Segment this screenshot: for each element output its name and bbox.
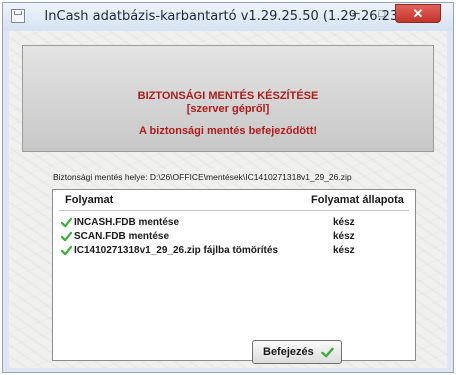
finish-button-label: Befejezés [263,346,314,358]
process-name: SCAN.FDB mentése [74,231,170,242]
header-divider [59,210,409,211]
green-check-icon [61,217,72,228]
column-header-process: Folyamat [65,194,114,206]
list-item[interactable]: INCASH.FDB mentése kész [53,217,415,230]
process-name: INCASH.FDB mentése [74,217,180,228]
title-bar[interactable]: InCash adatbázis-karbantartó v1.29.25.50… [3,3,453,31]
maximize-button[interactable]: □ [369,5,395,23]
green-check-icon [321,347,334,358]
banner-title: BIZTONSÁGI MENTÉS KÉSZÍTÉSE [137,90,319,102]
process-status: kész [333,217,355,228]
banner-subtitle: [szerver gépről] [186,103,270,115]
status-banner: BIZTONSÁGI MENTÉS KÉSZÍTÉSE [szerver gép… [22,45,434,152]
close-button[interactable]: ✕ [395,4,441,23]
banner-message: A biztonsági mentés befejeződött! [138,125,318,137]
minimize-button[interactable]: – [343,5,369,23]
main-window: InCash adatbázis-karbantartó v1.29.25.50… [2,2,454,373]
dialog-body: BIZTONSÁGI MENTÉS KÉSZÍTÉSE [szerver gép… [9,31,447,368]
list-item[interactable]: SCAN.FDB mentése kész [53,231,415,244]
green-check-icon [61,231,72,242]
process-list[interactable]: Folyamat Folyamat állapota INCASH.FDB me… [52,189,416,361]
list-item[interactable]: IC1410271318v1_29_26.zip fájlba tömöríté… [53,245,415,258]
backup-path-label: Biztonsági mentés helye: D:\26\OFFICE\me… [53,172,352,182]
process-status: kész [333,245,355,256]
process-name: IC1410271318v1_29_26.zip fájlba tömöríté… [74,245,279,256]
process-status: kész [333,231,355,242]
green-check-icon [61,245,72,256]
finish-button[interactable]: Befejezés [252,340,342,364]
column-header-status: Folyamat állapota [311,194,404,206]
